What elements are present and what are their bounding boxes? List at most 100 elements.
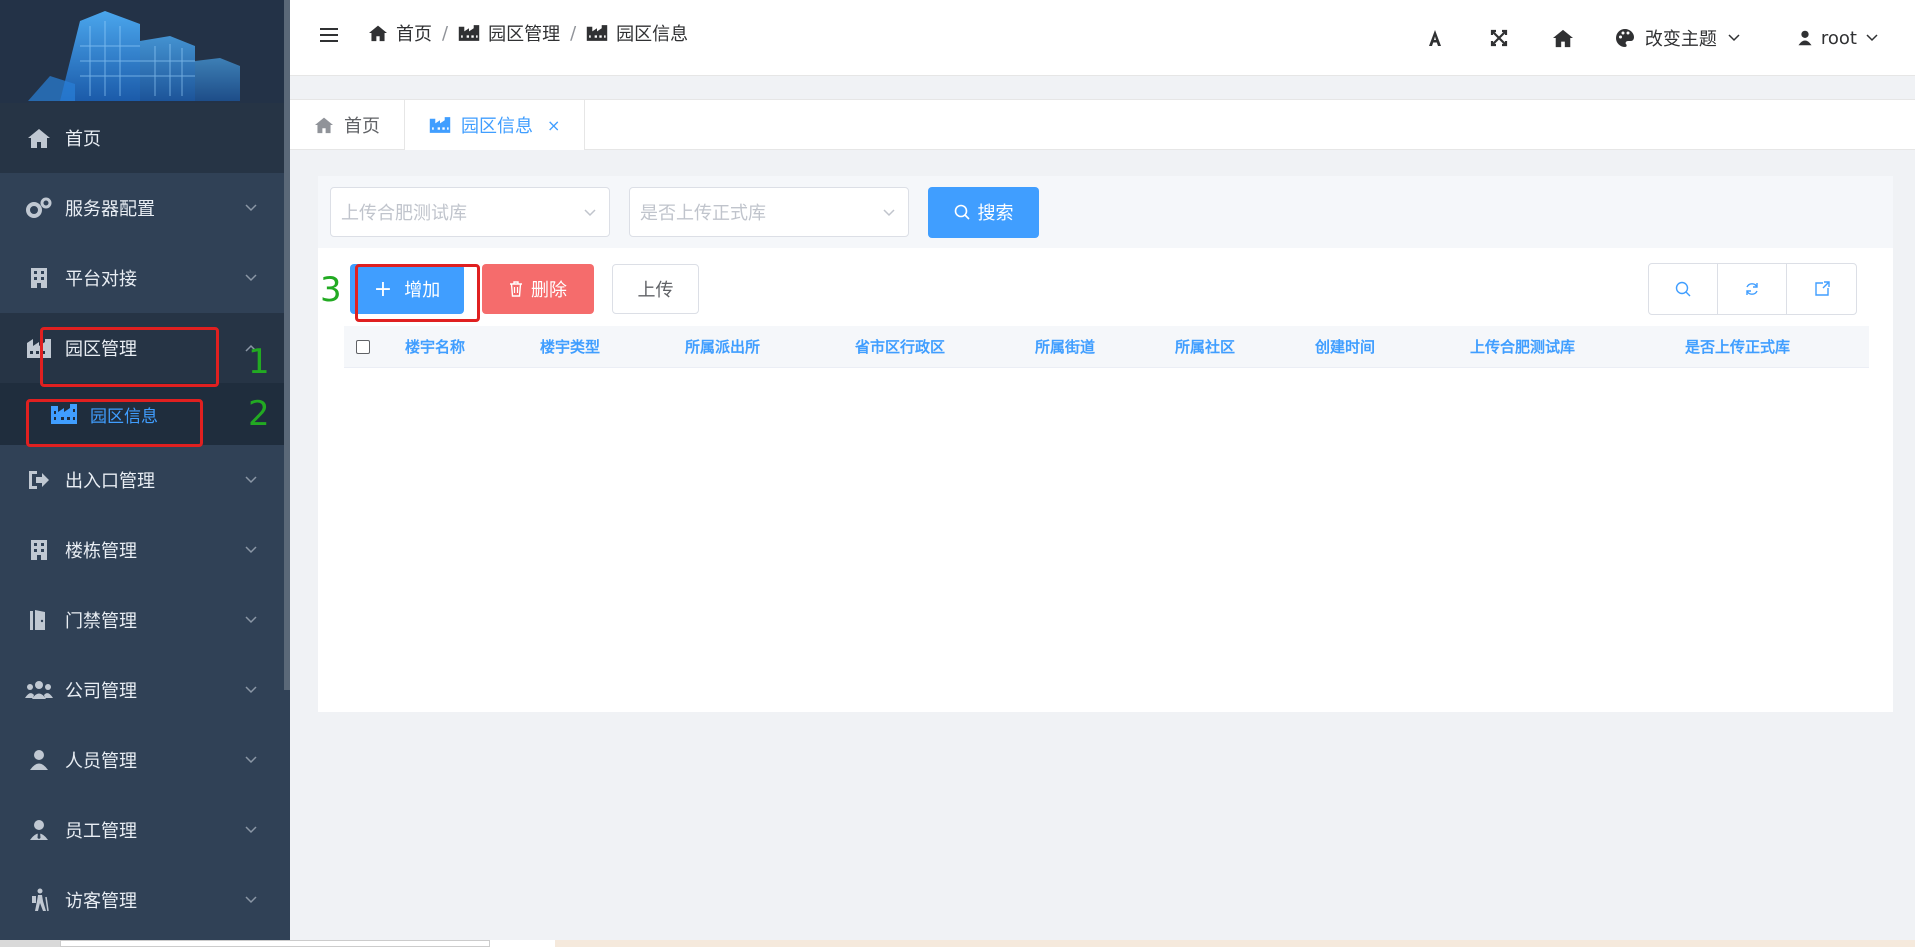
sidebar-item-access-control[interactable]: 门禁管理 [0,585,290,655]
sidebar: 首页 服务器配置 平台对接 园区管理 园区信息 出入口管理 楼栋管理 门禁管理 … [0,0,290,947]
font-size-button[interactable] [1403,0,1467,76]
breadcrumb-home[interactable]: 首页 [368,20,432,46]
sidebar-item-label: 门禁管理 [65,611,137,632]
column-header: 所属社区 [1174,338,1235,356]
taskbar-segment [0,940,60,947]
sidebar-item-label: 员工管理 [65,821,137,842]
sidebar-item-building[interactable]: 楼栋管理 [0,515,290,585]
annotation-number-1: 1 [248,342,270,382]
building-icon [25,266,53,290]
sidebar-item-server-config[interactable]: 服务器配置 [0,173,290,243]
column-header: 上传合肥测试库 [1469,338,1575,356]
sidebar-item-entrance[interactable]: 出入口管理 [0,445,290,515]
tab-home[interactable]: 首页 [290,100,405,150]
user-icon [25,748,53,772]
tab-label: 首页 [344,116,380,137]
user-tie-icon [25,818,53,842]
theme-dropdown[interactable]: 改变主题 [1615,25,1741,51]
palette-icon [1615,29,1634,47]
chevron-down-icon [245,756,257,764]
users-icon [25,678,53,702]
home-icon [369,25,387,42]
search-button[interactable]: 搜索 [928,186,1039,238]
tab-park-info[interactable]: 园区信息 × [405,100,586,150]
delete-button[interactable]: 删除 [482,264,594,314]
building-icon [25,538,53,562]
taskbar-segment [60,940,490,947]
industry-icon [429,117,451,133]
fullscreen-button[interactable] [1467,0,1531,76]
table-header: 楼宇名称 楼宇类型 所属派出所 省市区行政区 所属街道 所属社区 创建时间 上传… [344,326,1869,368]
trash-icon [510,281,522,297]
breadcrumb-label: 园区信息 [616,24,689,45]
home-button[interactable] [1531,0,1595,76]
sidebar-item-label: 访客管理 [65,891,137,912]
sign-out-icon [25,468,53,492]
chevron-down-icon [245,546,257,554]
column-header: 是否上传正式库 [1684,338,1790,356]
breadcrumb: 首页 / 园区管理 / 园区信息 [368,20,688,46]
header: 首页 / 园区管理 / 园区信息 改变主题 root [290,0,1915,76]
column-header: 楼宇类型 [539,338,600,356]
chevron-down-icon [245,686,257,694]
column-header: 所属派出所 [684,338,760,356]
home-icon [315,117,333,134]
taskbar-segment [490,940,555,947]
home-icon [25,126,53,150]
user-name: root [1820,27,1857,49]
door-icon [25,608,53,632]
select-placeholder: 上传合肥测试库 [341,203,467,224]
annotation-number-3: 3 [320,270,342,310]
annotation-box-3 [355,264,480,322]
user-icon [1798,30,1812,46]
upload-button[interactable]: 上传 [612,264,699,314]
sidebar-item-home[interactable]: 首页 [0,103,290,173]
sidebar-item-company[interactable]: 公司管理 [0,655,290,725]
sidebar-item-platform[interactable]: 平台对接 [0,243,290,313]
user-dropdown[interactable]: root [1797,28,1879,49]
hefei-test-upload-select[interactable]: 上传合肥测试库 [330,187,610,237]
chevron-down-icon [245,274,257,282]
chevron-down-icon [1866,34,1878,42]
annotation-number-2: 2 [248,394,270,434]
main-panel: 上传合肥测试库 是否上传正式库 搜索 + 增加 删除 上传 楼宇名称 楼宇类型 … [318,176,1893,712]
search-icon [954,204,970,220]
breadcrumb-separator: / [442,22,449,44]
sidebar-item-label: 服务器配置 [65,199,155,220]
filter-row: 上传合肥测试库 是否上传正式库 搜索 [318,176,1893,248]
header-toolbar: 改变主题 root [1403,0,1915,76]
toggle-search-button[interactable] [1649,264,1718,314]
expand-icon [1490,29,1508,47]
column-header: 创建时间 [1314,338,1375,356]
chevron-down-icon [883,209,895,217]
refresh-icon [1746,283,1758,295]
chevron-down-icon [584,209,596,217]
annotation-box-1 [40,327,219,387]
breadcrumb-label: 首页 [396,24,432,45]
refresh-button[interactable] [1718,264,1787,314]
columns-button[interactable] [1787,264,1856,314]
chevron-down-icon [245,616,257,624]
select-all-checkbox[interactable] [356,339,370,354]
annotation-box-2 [26,399,203,447]
sidebar-item-personnel[interactable]: 人员管理 [0,725,290,795]
sidebar-item-label: 楼栋管理 [65,541,137,562]
breadcrumb-park-info: 园区信息 [586,20,688,46]
upload-label: 上传 [637,280,674,301]
tabs-bar: 首页 园区信息 × [290,99,1915,150]
sidebar-item-staff[interactable]: 员工管理 [0,795,290,865]
logo [0,0,290,103]
sidebar-item-label: 出入口管理 [65,471,155,492]
breadcrumb-label: 园区管理 [488,24,561,45]
chevron-down-icon [245,896,257,904]
column-header: 所属街道 [1034,338,1095,356]
sidebar-item-label: 人员管理 [65,751,137,772]
sidebar-item-visitor[interactable]: 访客管理 [0,865,290,935]
hamburger-icon[interactable] [320,26,338,44]
breadcrumb-park-management[interactable]: 园区管理 [458,20,560,46]
formal-upload-select[interactable]: 是否上传正式库 [629,187,909,237]
chevron-down-icon [1728,34,1740,42]
close-icon[interactable]: × [547,116,560,135]
hiking-icon [25,888,53,912]
column-header: 省市区行政区 [854,338,945,356]
